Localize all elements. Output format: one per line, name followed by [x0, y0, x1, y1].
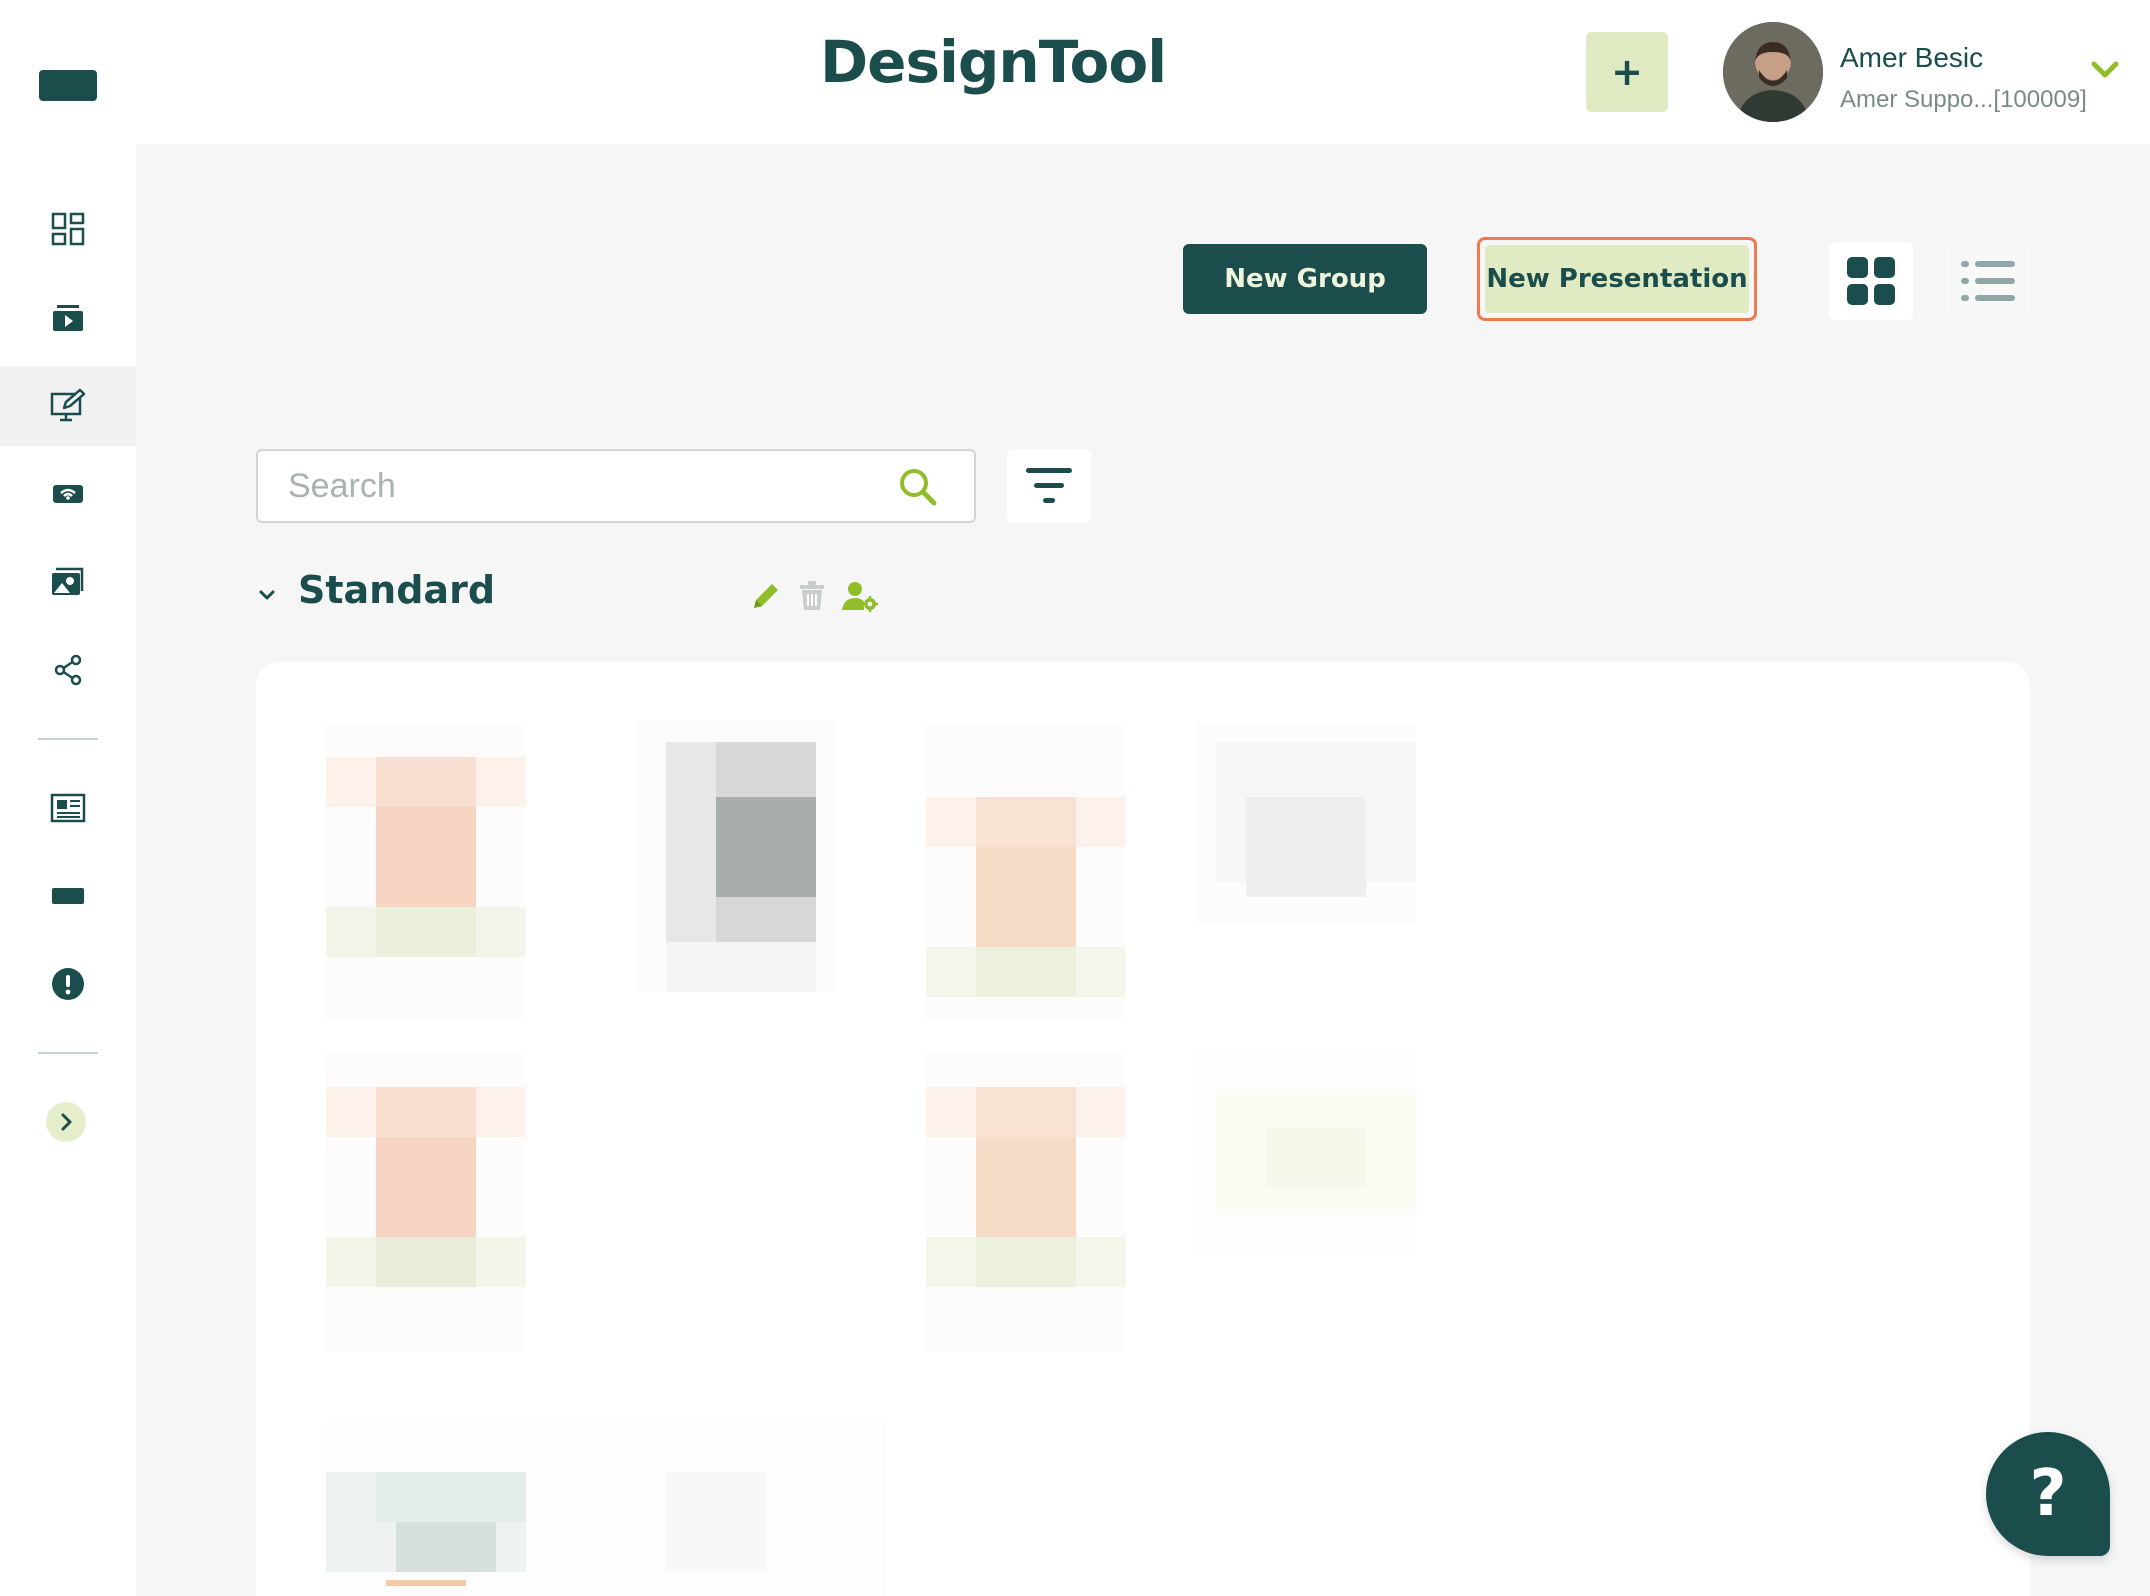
new-group-button[interactable]: New Group — [1183, 244, 1427, 314]
new-presentation-label: New Presentation — [1485, 245, 1749, 313]
group-title: Standard — [298, 568, 496, 612]
presentation-thumbnail[interactable] — [326, 722, 526, 1022]
trash-icon — [800, 581, 824, 610]
news-icon — [50, 793, 86, 823]
presentation-thumbnail[interactable] — [1196, 1052, 1416, 1252]
sidebar-divider — [38, 738, 98, 740]
list-view-icon — [1961, 261, 2015, 301]
delete-group-button[interactable] — [794, 578, 830, 614]
sidebar-item-news[interactable] — [0, 768, 136, 848]
list-view-button[interactable] — [1946, 242, 2030, 320]
sidebar-item-presentations[interactable] — [0, 366, 136, 446]
pencil-icon — [754, 584, 778, 608]
sidebar-expand-button[interactable] — [46, 1102, 86, 1142]
filter-icon — [1026, 468, 1072, 503]
presentation-thumbnail[interactable] — [1196, 722, 1416, 922]
filter-button[interactable] — [1007, 449, 1091, 523]
presentation-thumbnail[interactable] — [326, 1422, 886, 1596]
share-icon — [54, 654, 82, 686]
new-presentation-button[interactable]: New Presentation — [1477, 237, 1757, 321]
presentation-edit-icon — [50, 388, 86, 422]
add-button[interactable]: + — [1586, 32, 1668, 112]
presentation-thumbnail[interactable] — [636, 722, 836, 992]
edit-group-button[interactable] — [748, 578, 784, 614]
presentations-card — [256, 662, 2030, 1596]
app-logo[interactable]: DesignTool — [820, 28, 1167, 96]
avatar[interactable] — [1723, 22, 1823, 122]
screen-icon — [52, 888, 84, 904]
group-collapse-chevron-icon[interactable] — [256, 584, 278, 606]
sidebar-item-share[interactable] — [0, 630, 136, 710]
signal-icon — [53, 485, 83, 503]
presentation-thumbnail[interactable] — [326, 1052, 526, 1352]
user-name[interactable]: Amer Besic — [1840, 42, 1983, 74]
group-permissions-button[interactable] — [842, 578, 878, 614]
user-subtitle[interactable]: Amer Suppo...[100009] — [1840, 86, 2087, 114]
presentation-thumbnail[interactable] — [926, 1052, 1126, 1352]
dashboard-icon — [51, 212, 85, 246]
chevron-down-icon[interactable] — [2090, 58, 2120, 82]
search-icon[interactable] — [896, 465, 940, 509]
user-settings-icon — [842, 582, 878, 612]
gallery-icon — [52, 567, 84, 595]
search-box — [256, 449, 976, 523]
sidebar-item-dashboard[interactable] — [0, 189, 136, 269]
grid-view-button[interactable] — [1829, 242, 1913, 320]
alert-icon — [52, 968, 84, 1000]
sidebar-item-screen[interactable] — [0, 856, 136, 936]
help-button[interactable]: ? — [1986, 1432, 2110, 1556]
grid-view-icon — [1847, 257, 1895, 305]
avatar-photo — [1723, 22, 1823, 122]
presentation-thumbnail[interactable] — [926, 722, 1126, 1022]
sidebar-item-media[interactable] — [0, 278, 136, 358]
top-bar: DesignTool + Amer Besic Amer Suppo...[10… — [0, 0, 2150, 144]
sidebar-item-gallery[interactable] — [0, 542, 136, 622]
sidebar-item-signal[interactable] — [0, 454, 136, 534]
brand-tile[interactable] — [39, 70, 97, 101]
search-input[interactable] — [288, 451, 848, 521]
sidebar-divider — [38, 1052, 98, 1054]
media-player-icon — [53, 305, 83, 331]
sidebar-item-alerts[interactable] — [0, 944, 136, 1024]
sidebar — [0, 144, 136, 1596]
chevron-right-icon — [61, 1113, 72, 1131]
